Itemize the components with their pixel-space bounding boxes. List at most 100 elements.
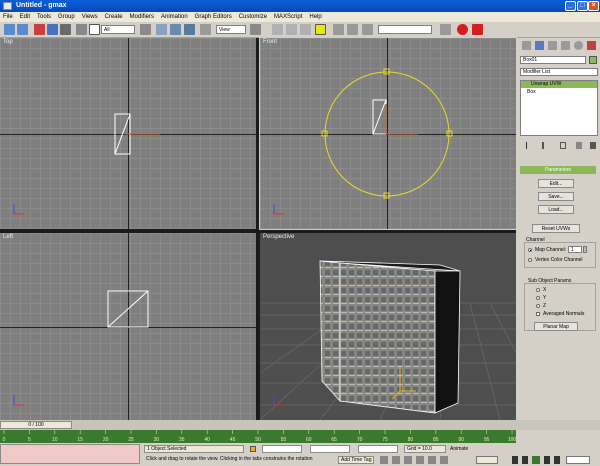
configure-sets-icon[interactable] [590,142,596,149]
select-region-icon[interactable] [89,24,100,35]
animate-button[interactable] [476,456,498,464]
zoom-all-icon[interactable] [392,456,400,464]
menu-modifiers[interactable]: Modifiers [127,12,158,22]
time-slider-thumb[interactable]: 0 / 100 [0,421,72,429]
close-button[interactable]: × [588,1,599,11]
object-name-field[interactable]: Box01 [520,56,586,64]
reset-uvws-button[interactable]: Reset UVWs [532,224,580,233]
play-icon[interactable] [532,456,540,464]
ref-coord-dropdown[interactable]: View [216,25,246,34]
stack-item-box[interactable]: Box [521,89,597,96]
map-channel-spinner[interactable] [583,246,587,253]
planar-map-button[interactable]: Planar Map [534,322,578,331]
menu-animation[interactable]: Animation [158,12,192,22]
make-unique-icon[interactable] [560,142,566,149]
load-button[interactable]: Load... [538,205,574,214]
top-viewport-label[interactable]: Top [3,39,13,45]
normal-align-icon[interactable] [362,24,373,35]
menu-maxscript[interactable]: MAXScript [271,12,306,22]
move-icon[interactable] [156,24,167,35]
unlink-icon[interactable] [47,24,58,35]
next-frame-icon[interactable] [544,456,550,464]
vertex-color-radio[interactable] [528,258,532,262]
motion-tab-icon[interactable] [561,41,570,50]
axis-x-radio[interactable] [536,288,540,292]
go-to-end-icon[interactable] [554,456,560,464]
hierarchy-tab-icon[interactable] [548,41,557,50]
add-time-tag-button[interactable]: Add Time Tag [338,456,374,464]
map-channel-field[interactable]: 1 [568,246,582,253]
render-icon[interactable] [457,24,468,35]
show-end-result-icon[interactable] [542,142,544,149]
averaged-normals-checkbox[interactable] [536,312,540,316]
select-by-name-icon[interactable] [140,24,151,35]
pan-icon[interactable] [416,456,424,464]
x-coord-field[interactable] [262,445,302,453]
undo-icon[interactable] [4,24,15,35]
bind-space-warp-icon[interactable] [60,24,71,35]
track-bar[interactable]: 0 5 10 15 20 25 30 35 40 45 50 55 60 65 70 75 80 85 90 95 10… [0,430,516,443]
constrain-y-icon[interactable] [286,24,297,35]
menu-tools[interactable]: Tools [34,12,55,22]
arc-rotate-icon[interactable] [428,456,436,464]
minimize-button[interactable]: _ [565,1,576,11]
maximize-button[interactable]: □ [577,1,588,11]
modifier-list-dropdown[interactable]: Modifier List [520,68,598,76]
axis-z-radio[interactable] [536,304,540,308]
go-to-start-icon[interactable] [512,456,518,464]
rotate-icon[interactable] [170,24,181,35]
create-tab-icon[interactable] [522,41,531,50]
perspective-viewport[interactable]: Perspective [260,233,516,420]
time-slider[interactable]: 0 / 100 [0,420,600,430]
parameters-rollout[interactable]: Parameters [520,166,596,174]
menu-customize[interactable]: Customize [236,12,271,22]
axis-y-radio[interactable] [536,296,540,300]
constrain-xy-icon[interactable] [315,24,326,35]
remove-modifier-icon[interactable] [576,142,582,149]
object-color-swatch[interactable] [589,56,597,64]
front-viewport-label[interactable]: Front [263,39,277,45]
maxscript-listener[interactable] [0,444,140,464]
select-icon[interactable] [76,24,87,35]
constrain-x-icon[interactable] [272,24,283,35]
current-frame-field[interactable] [566,456,590,464]
utilities-tab-icon[interactable] [587,41,596,50]
menu-create[interactable]: Create [102,12,127,22]
constrain-z-icon[interactable] [300,24,311,35]
link-icon[interactable] [34,24,45,35]
snap-icon[interactable] [200,24,211,35]
selection-filter-dropdown[interactable]: All [101,25,135,34]
scale-icon[interactable] [184,24,195,35]
redo-icon[interactable] [17,24,28,35]
stack-item-unwrap[interactable]: Unwrap UVW [521,81,597,88]
top-viewport[interactable]: Top [0,38,256,229]
z-coord-field[interactable] [358,445,398,453]
perspective-viewport-label[interactable]: Perspective [263,234,294,240]
quick-render-icon[interactable] [472,24,483,35]
front-viewport[interactable]: Front [259,37,517,230]
material-editor-icon[interactable] [440,24,451,35]
lock-selection-icon[interactable] [250,446,256,452]
menu-edit[interactable]: Edit [17,12,34,22]
left-viewport[interactable]: Left [0,233,256,420]
map-channel-radio[interactable] [528,248,532,252]
menu-graph-editors[interactable]: Graph Editors [192,12,236,22]
maximize-viewport-icon[interactable] [440,456,448,464]
named-selection-dropdown[interactable] [378,25,432,34]
previous-frame-icon[interactable] [522,456,528,464]
y-coord-field[interactable] [310,445,350,453]
menu-help[interactable]: Help [306,12,325,22]
save-button[interactable]: Save... [538,192,574,201]
menu-views[interactable]: Views [79,12,102,22]
pivot-icon[interactable] [250,24,261,35]
display-tab-icon[interactable] [574,41,583,50]
zoom-icon[interactable] [380,456,388,464]
pin-stack-icon[interactable] [526,142,527,149]
mirror-icon[interactable] [333,24,344,35]
zoom-extents-icon[interactable] [404,456,412,464]
menu-group[interactable]: Group [55,12,79,22]
left-viewport-label[interactable]: Left [3,234,13,240]
menu-file[interactable]: File [0,12,17,22]
align-icon[interactable] [347,24,358,35]
edit-button[interactable]: Edit... [538,179,574,188]
